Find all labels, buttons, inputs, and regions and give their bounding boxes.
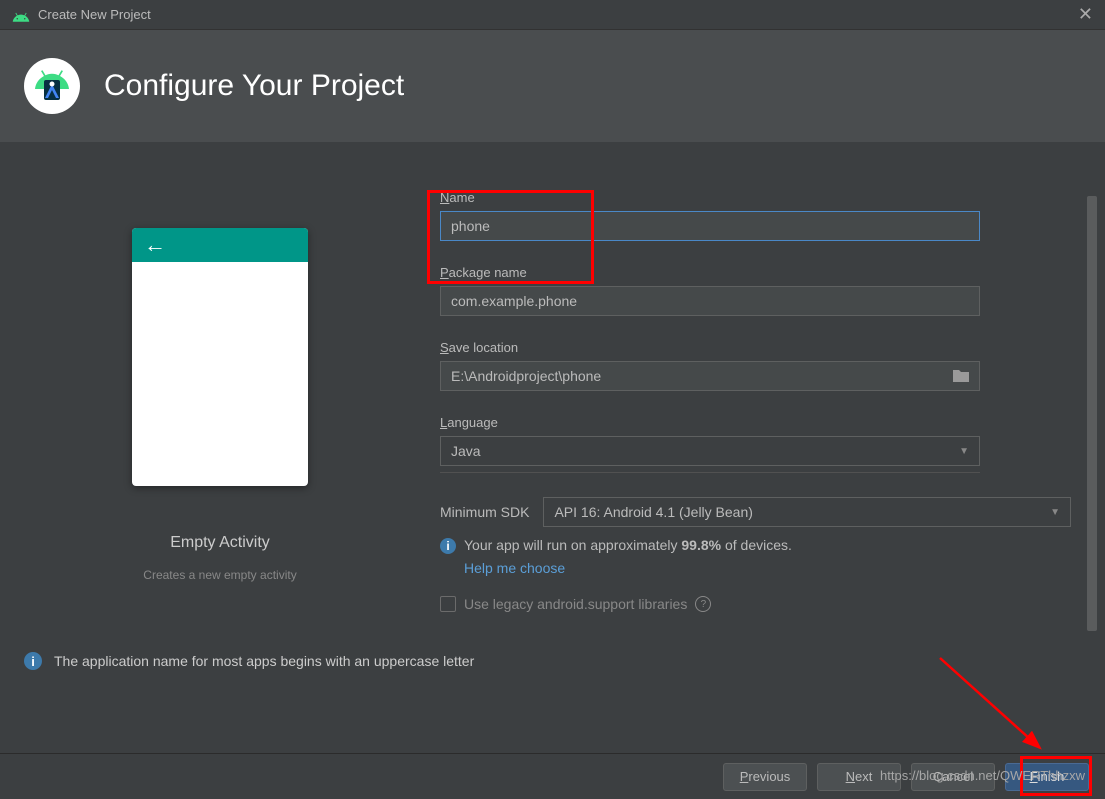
info-icon: i: [440, 538, 456, 554]
android-studio-logo: [24, 58, 80, 114]
sdk-info: i Your app will run on approximately 99.…: [440, 535, 1071, 556]
language-value: Java: [451, 443, 481, 459]
chevron-down-icon: ▼: [1050, 507, 1060, 518]
preview-title: Empty Activity: [170, 534, 270, 552]
help-icon[interactable]: ?: [695, 596, 711, 612]
divider: [440, 472, 980, 473]
phone-preview: ←: [132, 228, 308, 486]
back-arrow-icon: ←: [144, 234, 166, 256]
name-label: Name: [440, 190, 1071, 205]
sdk-select[interactable]: API 16: Android 4.1 (Jelly Bean) ▼: [543, 497, 1071, 527]
sdk-info-text: Your app will run on approximately 99.8%…: [464, 535, 792, 556]
preview-subtitle: Creates a new empty activity: [143, 568, 296, 582]
scrollbar[interactable]: [1087, 196, 1097, 636]
window-title: Create New Project: [38, 7, 151, 22]
close-icon[interactable]: ✕: [1078, 4, 1093, 25]
info-icon: i: [24, 652, 42, 670]
hint-bar: i The application name for most apps beg…: [0, 640, 1105, 682]
legacy-checkbox[interactable]: [440, 596, 456, 612]
page-title: Configure Your Project: [104, 69, 404, 103]
cancel-button[interactable]: Cancel: [911, 763, 995, 791]
language-label: Language: [440, 415, 1071, 430]
folder-icon[interactable]: [953, 370, 969, 382]
sdk-value: API 16: Android 4.1 (Jelly Bean): [554, 504, 752, 520]
location-input[interactable]: E:\Androidproject\phone: [440, 361, 980, 391]
help-me-choose-link[interactable]: Help me choose: [464, 560, 1071, 576]
finish-button[interactable]: Finish: [1005, 763, 1089, 791]
location-value: E:\Androidproject\phone: [451, 368, 601, 384]
previous-button[interactable]: Previous: [723, 763, 807, 791]
chevron-down-icon: ▼: [959, 446, 969, 457]
language-group: Language Java ▼: [440, 415, 1071, 473]
sdk-label: Minimum SDK: [440, 504, 529, 520]
phone-preview-toolbar: ←: [132, 228, 308, 262]
android-icon: [12, 8, 30, 22]
package-input[interactable]: com.example.phone: [440, 286, 980, 316]
language-select[interactable]: Java ▼: [440, 436, 980, 466]
package-label: Package name: [440, 265, 1071, 280]
button-bar: Previous Next Cancel Finish: [0, 753, 1105, 799]
location-group: Save location E:\Androidproject\phone: [440, 340, 1071, 391]
preview-panel: ← Empty Activity Creates a new empty act…: [0, 190, 440, 640]
scrollbar-thumb[interactable]: [1087, 196, 1097, 631]
location-label: Save location: [440, 340, 1071, 355]
name-group: Name phone: [440, 190, 1071, 241]
hint-text: The application name for most apps begin…: [54, 653, 474, 669]
next-button[interactable]: Next: [817, 763, 901, 791]
wizard-header: Configure Your Project: [0, 30, 1105, 142]
legacy-row: Use legacy android.support libraries ?: [440, 596, 1071, 612]
package-group: Package name com.example.phone: [440, 265, 1071, 316]
form-panel: Name phone Package name com.example.phon…: [440, 190, 1105, 640]
content-area: ← Empty Activity Creates a new empty act…: [0, 142, 1105, 640]
sdk-row: Minimum SDK API 16: Android 4.1 (Jelly B…: [440, 497, 1071, 527]
legacy-label: Use legacy android.support libraries: [464, 596, 687, 612]
window-titlebar: Create New Project ✕: [0, 0, 1105, 30]
name-input[interactable]: phone: [440, 211, 980, 241]
